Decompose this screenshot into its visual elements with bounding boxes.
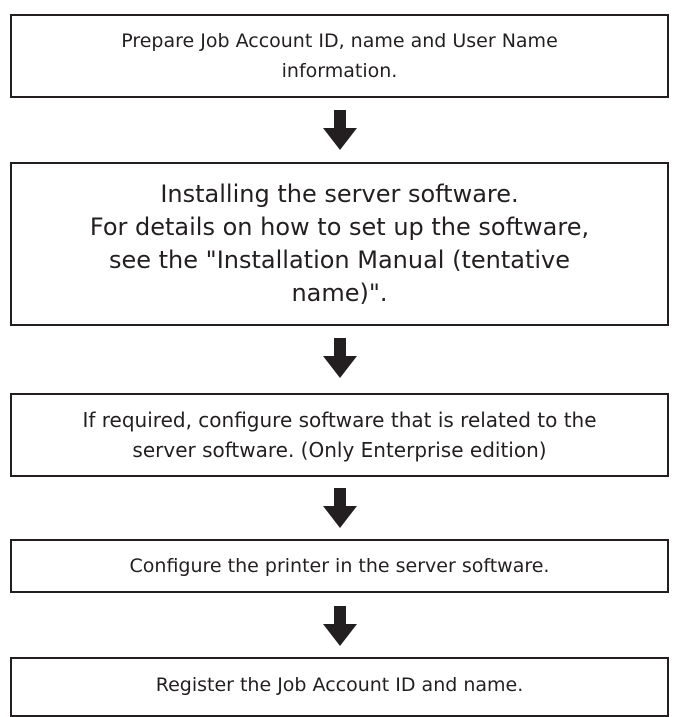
flow-step-5-text: Register the Job Account ID and name. — [155, 674, 524, 696]
flow-step-3-text: If required, configure software that is … — [82, 408, 597, 462]
down-arrow-icon — [323, 488, 357, 528]
flow-step-2-box: Installing the server software. For deta… — [10, 162, 669, 326]
down-arrow-icon — [323, 338, 357, 378]
flow-step-4-box: Configure the printer in the server soft… — [10, 539, 669, 593]
down-arrow-icon — [323, 110, 357, 150]
flow-step-1-text: Prepare Job Account ID, name and User Na… — [121, 30, 558, 82]
flow-step-1-box: Prepare Job Account ID, name and User Na… — [10, 14, 669, 98]
flow-step-5-box: Register the Job Account ID and name. — [10, 657, 669, 717]
flow-step-2-text: Installing the server software. For deta… — [89, 180, 590, 307]
down-arrow-icon — [323, 606, 357, 646]
flow-step-3-box: If required, configure software that is … — [10, 393, 669, 477]
flow-step-4-text: Configure the printer in the server soft… — [129, 555, 550, 577]
